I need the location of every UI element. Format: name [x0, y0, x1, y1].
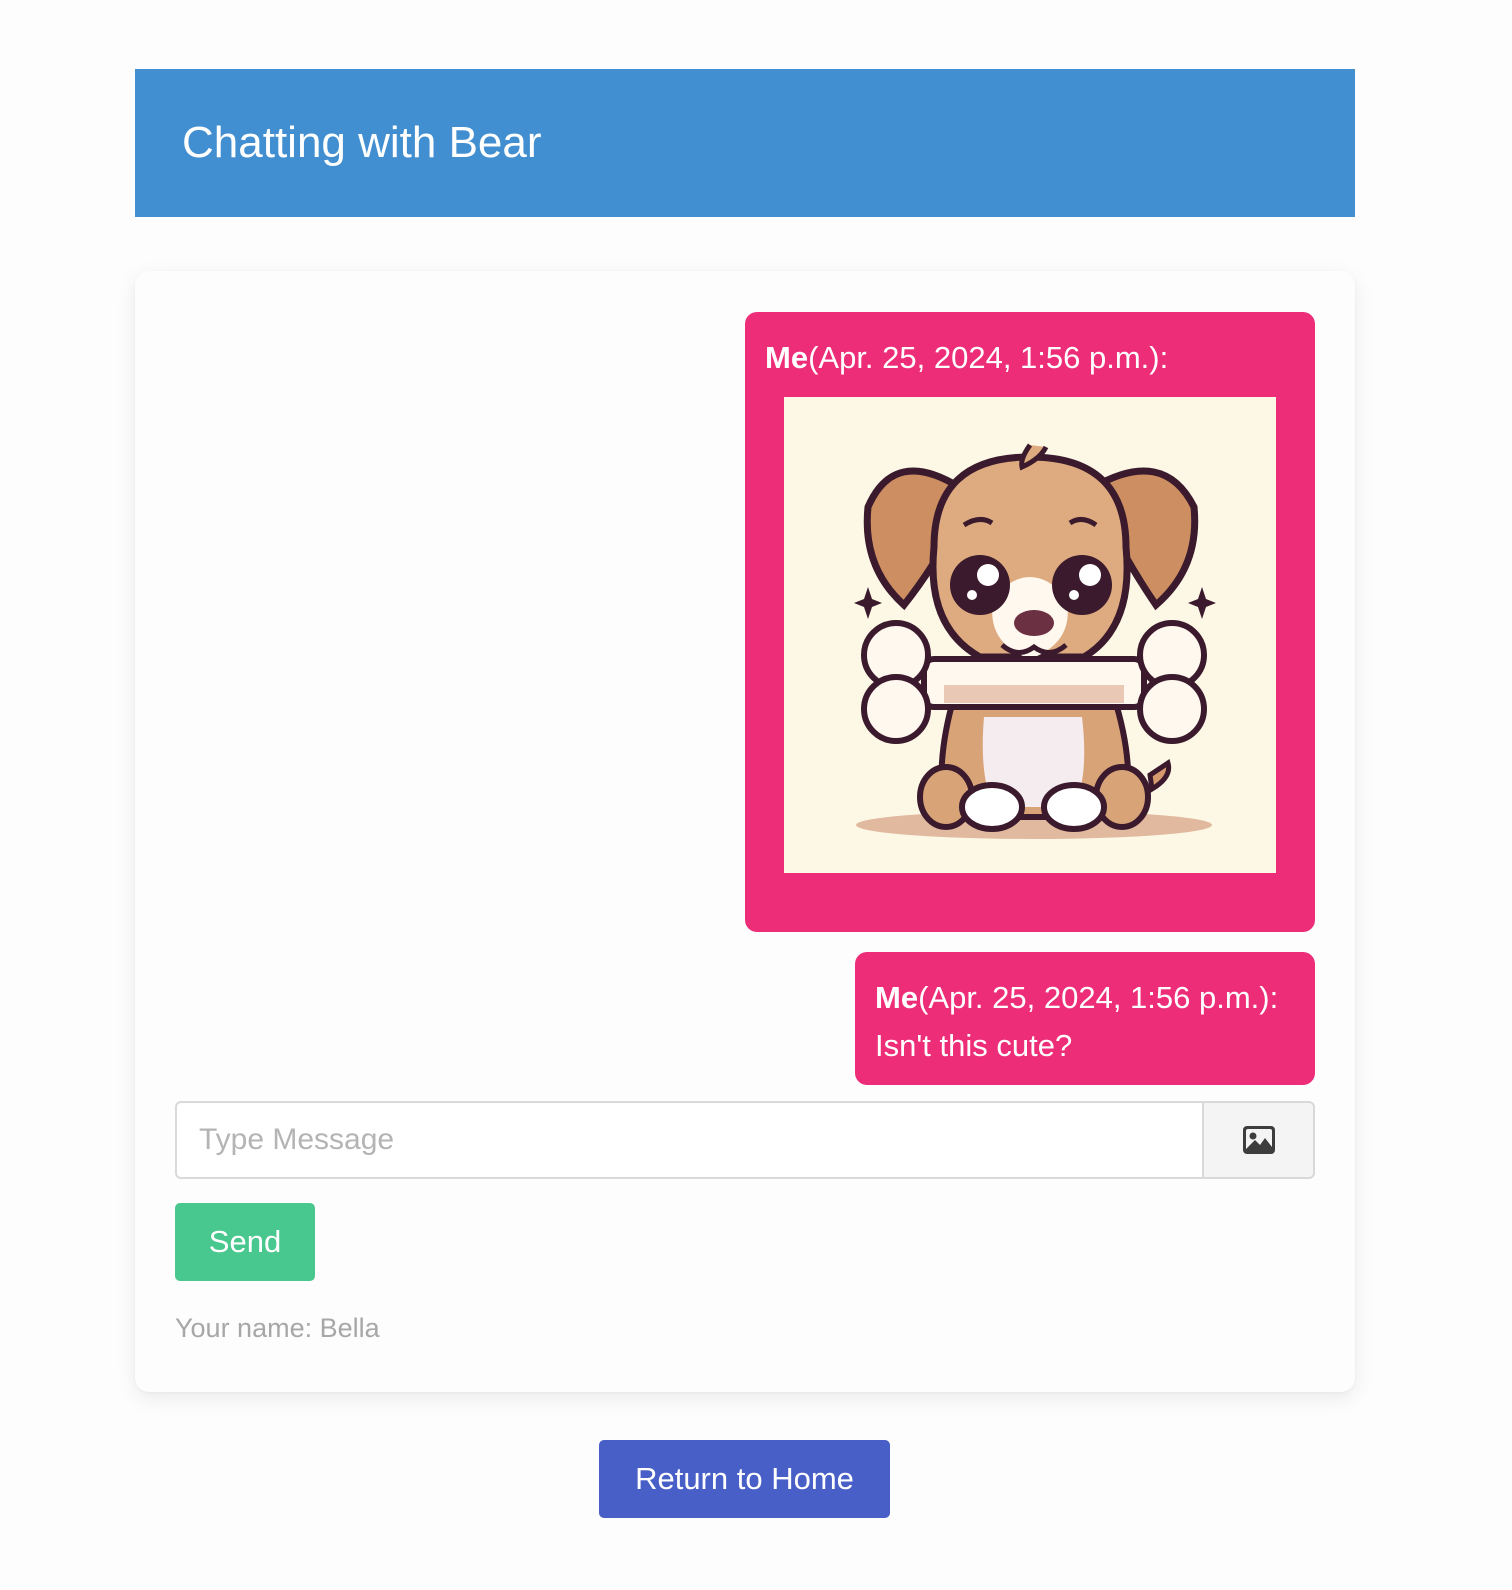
message-sender: Me: [875, 980, 919, 1015]
message-timestamp: (Apr. 25, 2024, 1:56 p.m.):: [918, 980, 1279, 1015]
message-timestamp: (Apr. 25, 2024, 1:56 p.m.):: [808, 340, 1169, 375]
chat-card: Me(Apr. 25, 2024, 1:56 p.m.): Me(Apr. 25…: [135, 271, 1355, 1392]
message-bubble-image: Me(Apr. 25, 2024, 1:56 p.m.):: [745, 312, 1315, 932]
message-meta: Me(Apr. 25, 2024, 1:56 p.m.):: [875, 976, 1295, 1020]
message-bubble-text: Me(Apr. 25, 2024, 1:56 p.m.): Isn't this…: [855, 952, 1315, 1085]
return-home-button[interactable]: Return to Home: [599, 1440, 890, 1518]
send-button[interactable]: Send: [175, 1203, 315, 1281]
message-composer: [175, 1101, 1315, 1179]
message-image[interactable]: [784, 397, 1276, 873]
message-input[interactable]: [175, 1101, 1202, 1179]
user-name-label: Your name: Bella: [175, 1313, 380, 1343]
message-text: Isn't this cute?: [875, 1028, 1073, 1063]
message-sender: Me: [765, 340, 809, 375]
puppy-illustration: [854, 443, 1216, 839]
message-meta: Me(Apr. 25, 2024, 1:56 p.m.):: [765, 336, 1295, 380]
page-title: Chatting with Bear: [182, 118, 542, 167]
attach-image-button[interactable]: [1202, 1101, 1315, 1179]
chat-header: Chatting with Bear: [135, 69, 1355, 217]
image-icon: [1242, 1126, 1275, 1154]
